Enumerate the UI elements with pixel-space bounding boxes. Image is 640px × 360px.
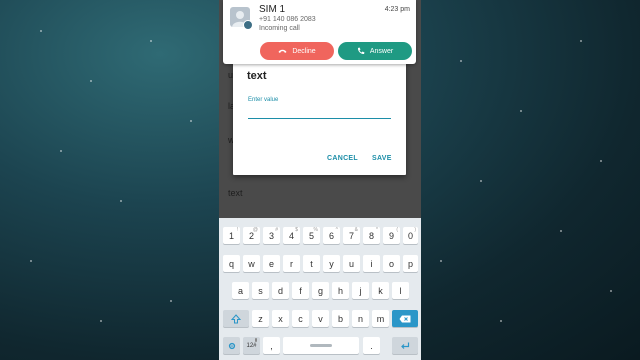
sim-badge-icon	[243, 20, 253, 30]
key-k[interactable]: k	[372, 282, 389, 299]
gear-icon	[228, 342, 235, 349]
key-o[interactable]: o	[383, 255, 400, 272]
spacebar-indicator	[310, 344, 332, 347]
answer-button[interactable]: Answer	[338, 42, 412, 60]
key-i[interactable]: i	[363, 255, 380, 272]
phone-screen: u l a w text SIM 1 4:23 pm +91 140 086 20…	[219, 0, 421, 360]
save-button[interactable]: SAVE	[372, 155, 392, 162]
key-2[interactable]: 2 @	[243, 227, 260, 244]
hang-up-icon	[278, 49, 287, 53]
phone-icon	[357, 47, 365, 55]
dialog-title: text	[247, 70, 267, 82]
key-e[interactable]: e	[263, 255, 280, 272]
microphone-icon	[255, 338, 257, 342]
value-input[interactable]	[248, 106, 391, 119]
key-g[interactable]: g	[312, 282, 329, 299]
period-key[interactable]: .	[363, 337, 380, 354]
decline-button[interactable]: Decline	[260, 42, 334, 60]
key-a[interactable]: a	[232, 282, 249, 299]
key-d[interactable]: d	[272, 282, 289, 299]
edit-value-dialog: text Enter value CANCEL SAVE	[233, 58, 406, 175]
shift-key[interactable]	[223, 310, 249, 327]
key-c[interactable]: c	[292, 310, 309, 327]
decline-label: Decline	[292, 47, 316, 55]
enter-key[interactable]	[392, 337, 418, 354]
key-p[interactable]: p	[403, 255, 418, 272]
key-b[interactable]: b	[332, 310, 349, 327]
backspace-key[interactable]	[392, 310, 418, 327]
key-j[interactable]: j	[352, 282, 369, 299]
call-status: Incoming call	[259, 25, 300, 32]
caller-number: +91 140 086 2083	[259, 16, 316, 23]
key-u[interactable]: u	[343, 255, 360, 272]
key-w[interactable]: w	[243, 255, 260, 272]
key-h[interactable]: h	[332, 282, 349, 299]
backspace-icon	[399, 315, 411, 322]
key-v[interactable]: v	[312, 310, 329, 327]
key-m[interactable]: m	[372, 310, 389, 327]
key-f[interactable]: f	[292, 282, 309, 299]
settings-key[interactable]	[223, 337, 240, 354]
key-q[interactable]: q	[223, 255, 240, 272]
cancel-button[interactable]: CANCEL	[327, 155, 358, 162]
key-3[interactable]: 3 #	[263, 227, 280, 244]
notification-time: 4:23 pm	[384, 6, 410, 13]
key-7[interactable]: 7 &	[343, 227, 360, 244]
key-r[interactable]: r	[283, 255, 300, 272]
space-key[interactable]	[283, 337, 359, 354]
list-item-text[interactable]: text	[228, 188, 243, 198]
key-l[interactable]: l	[392, 282, 409, 299]
key-9[interactable]: 9(	[383, 227, 400, 244]
key-6[interactable]: 6 ^	[323, 227, 340, 244]
key-1[interactable]: 1!	[223, 227, 240, 244]
key-n[interactable]: n	[352, 310, 369, 327]
incoming-call-notification[interactable]: SIM 1 4:23 pm +91 140 086 2083 Incoming …	[223, 0, 416, 64]
comma-key[interactable]: ,	[263, 337, 280, 354]
key-x[interactable]: x	[272, 310, 289, 327]
answer-label: Answer	[369, 47, 394, 55]
key-4[interactable]: 4 $	[283, 227, 300, 244]
key-0[interactable]: 0)	[403, 227, 418, 244]
key-8[interactable]: 8 *	[363, 227, 380, 244]
key-z[interactable]: z	[252, 310, 269, 327]
shift-up-arrow-icon	[231, 313, 241, 323]
soft-keyboard: 1! 2 @ 3 # 4 $ 5% 6 ^ 7 & 8 * 9( 0) q w e r t …	[219, 218, 421, 360]
input-floating-label: Enter value	[248, 97, 279, 103]
key-y[interactable]: y	[323, 255, 340, 272]
caller-sim-label: SIM 1	[259, 4, 286, 15]
key-s[interactable]: s	[252, 282, 269, 299]
key-5[interactable]: 5%	[303, 227, 320, 244]
key-t[interactable]: t	[303, 255, 320, 272]
enter-return-icon	[401, 342, 410, 349]
symbol-toggle-key[interactable]: 12#	[243, 337, 260, 354]
